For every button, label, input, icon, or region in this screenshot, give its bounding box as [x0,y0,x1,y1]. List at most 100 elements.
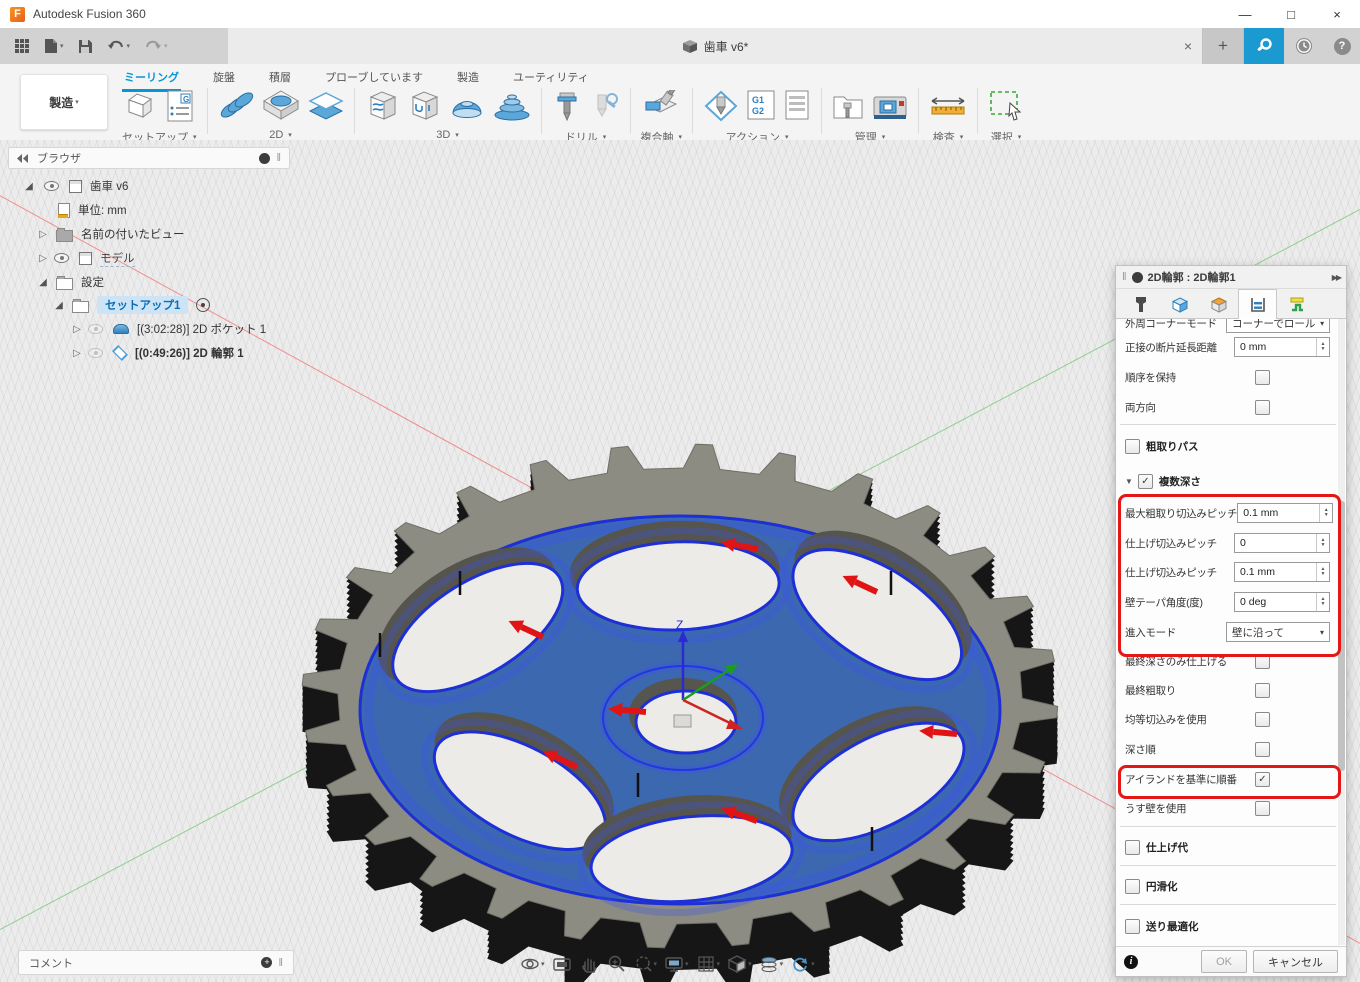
simulate-button[interactable] [703,89,739,123]
visibility-eye-icon[interactable] [44,181,59,191]
visibility-eye-icon[interactable] [88,324,103,334]
both-directions-checkbox[interactable] [1255,399,1270,415]
roughing-passes-checkbox[interactable] [1125,438,1140,454]
expand-icon[interactable]: ▷ [36,229,50,240]
drill-button[interactable] [552,89,582,123]
tree-item-2d-pocket[interactable]: ▷ [(3:02:28)] 2D ポケット 1 [70,319,266,339]
multi-axis-button[interactable] [642,90,680,122]
finish-stepdowns-input[interactable]: 0 ▲ ▼ [1234,533,1330,553]
measure-button[interactable] [929,91,967,121]
wall-taper-input[interactable]: 0 deg ▲ ▼ [1234,592,1330,612]
tree-item-label[interactable]: 単位: mm [78,202,127,218]
grid-snaps-button[interactable]: ▾ [694,952,723,976]
tab-passes[interactable] [1238,289,1277,319]
finish-final-only-checkbox[interactable] [1255,653,1270,669]
tree-item-label[interactable]: モデル [100,250,135,267]
browser-resize-handle[interactable]: ‖ [276,152,281,164]
cancel-button[interactable]: キャンセル [1253,950,1338,973]
browser-dot-icon[interactable] [259,152,271,164]
tab-geometry[interactable] [1160,291,1199,318]
post-process-button[interactable]: G1G2 [747,90,777,122]
window-zoom-button[interactable]: ▾ [631,952,660,976]
even-stepdowns-checkbox[interactable] [1255,711,1270,727]
expand-icon[interactable]: ▷ [70,324,84,335]
add-comment-icon[interactable]: + [261,957,273,968]
expand-icon[interactable]: ▷ [70,348,84,359]
window-select-button[interactable] [988,89,1024,123]
tab-linking[interactable] [1277,291,1316,318]
spinner-buttons[interactable]: ▲ ▼ [1319,504,1332,522]
tree-item-label-selected[interactable]: セットアップ1 [97,296,189,314]
finish-stepdown-input[interactable]: 0.1 mm ▲ ▼ [1234,562,1330,582]
tree-item-label[interactable]: [(0:49:26)] 2D 輪郭 1 [135,345,244,361]
stock-to-leave-checkbox[interactable] [1125,839,1140,855]
close-button[interactable]: × [1314,0,1360,28]
tab-heights[interactable] [1199,291,1238,318]
workspace-selector[interactable]: 製造 ▾ [20,74,108,130]
tree-item-root[interactable]: ◢ 歯車 v6 [22,176,128,196]
3d-adaptive-button[interactable] [365,89,399,123]
new-setup-button[interactable] [125,90,159,122]
minimize-button[interactable]: — [1222,0,1268,28]
steps-button[interactable]: ▾ [757,952,786,976]
dialog-scrollbar[interactable] [1338,319,1345,945]
2d-face-button[interactable] [218,90,254,122]
zoom-button[interactable] [604,952,628,976]
visibility-eye-icon[interactable] [54,253,69,263]
tangential-extension-input[interactable]: 0 mm ▲ ▼ [1234,337,1330,357]
tool-library-button[interactable] [832,90,864,122]
orbit-button[interactable]: ▾ [518,952,547,976]
display-settings-button[interactable]: ▾ [662,952,691,976]
max-stepdown-input[interactable]: 0.1 mm ▲ ▼ [1237,503,1334,523]
active-setup-radio-icon[interactable] [196,298,211,312]
pan-button[interactable] [577,952,601,976]
tree-item-units[interactable]: 単位: mm [58,200,127,220]
maximize-button[interactable]: □ [1268,0,1314,28]
spinner-buttons[interactable]: ▲ ▼ [1316,338,1329,356]
section-caret-icon[interactable]: ▼ [1125,477,1133,486]
tree-item-2d-contour[interactable]: ▷ [(0:49:26)] 2D 輪郭 1 [70,343,244,363]
tab-tool[interactable] [1121,291,1160,318]
collapse-browser-icon[interactable] [17,153,29,163]
tree-item-label[interactable]: [(3:02:28)] 2D ポケット 1 [137,321,266,337]
thin-wall-checkbox[interactable] [1255,800,1270,816]
file-menu-button[interactable]: ▾ [44,38,64,54]
tree-item-label[interactable]: 名前の付いたビュー [81,226,185,242]
app-grid-icon[interactable] [14,38,30,54]
ramp-mode-select[interactable]: 壁に沿って ▾ [1226,622,1330,642]
visibility-eye-icon[interactable] [88,348,103,358]
3d-scallop-button[interactable] [449,91,485,121]
info-icon[interactable]: i [1124,954,1138,969]
expand-icon[interactable]: ▷ [36,253,50,264]
feed-optimization-checkbox[interactable] [1125,918,1140,934]
ok-button[interactable]: OK [1201,950,1247,973]
spinner-buttons[interactable]: ▲ ▼ [1316,593,1329,611]
browser-header[interactable]: ブラウザ ‖ [8,147,290,169]
save-button[interactable] [78,39,93,54]
document-tab[interactable]: 歯車 v6* × [228,28,1203,64]
2d-pocket-button[interactable] [262,89,300,123]
tree-item-setup1[interactable]: ◢ セットアップ1 [52,295,211,315]
machine-library-button[interactable] [872,91,908,121]
undo-caret-icon[interactable]: ▾ [127,42,131,50]
undo-button[interactable]: ▾ [107,39,131,53]
history-button[interactable] [1284,28,1324,64]
dialog-header[interactable]: ‖ 2D輪郭 : 2D輪郭1 ▶▶ [1116,266,1346,289]
2d-contour-button[interactable] [307,91,344,121]
tree-item-named-views[interactable]: ▷ 名前の付いたビュー [36,224,185,244]
look-at-button[interactable] [550,952,574,976]
drill-wrench-button[interactable] [590,89,620,123]
new-tab-button[interactable]: + [1203,28,1244,64]
expand-icon[interactable]: ◢ [22,181,36,192]
comment-bar[interactable]: コメント + ‖ [18,950,294,975]
tree-item-settings[interactable]: ◢ 設定 [36,272,104,292]
smoothing-checkbox[interactable] [1125,878,1140,894]
job-status-button[interactable] [1244,28,1284,64]
gear-model[interactable]: Z [280,423,1080,982]
dialog-drag-handle[interactable]: ‖ [1122,271,1127,283]
spinner-buttons[interactable]: ▲ ▼ [1316,534,1329,552]
scrollbar-thumb[interactable] [1338,501,1345,771]
depth-order-checkbox[interactable] [1255,741,1270,757]
final-roughing-checkbox[interactable] [1255,682,1270,698]
3d-spiral-button[interactable] [493,90,531,122]
